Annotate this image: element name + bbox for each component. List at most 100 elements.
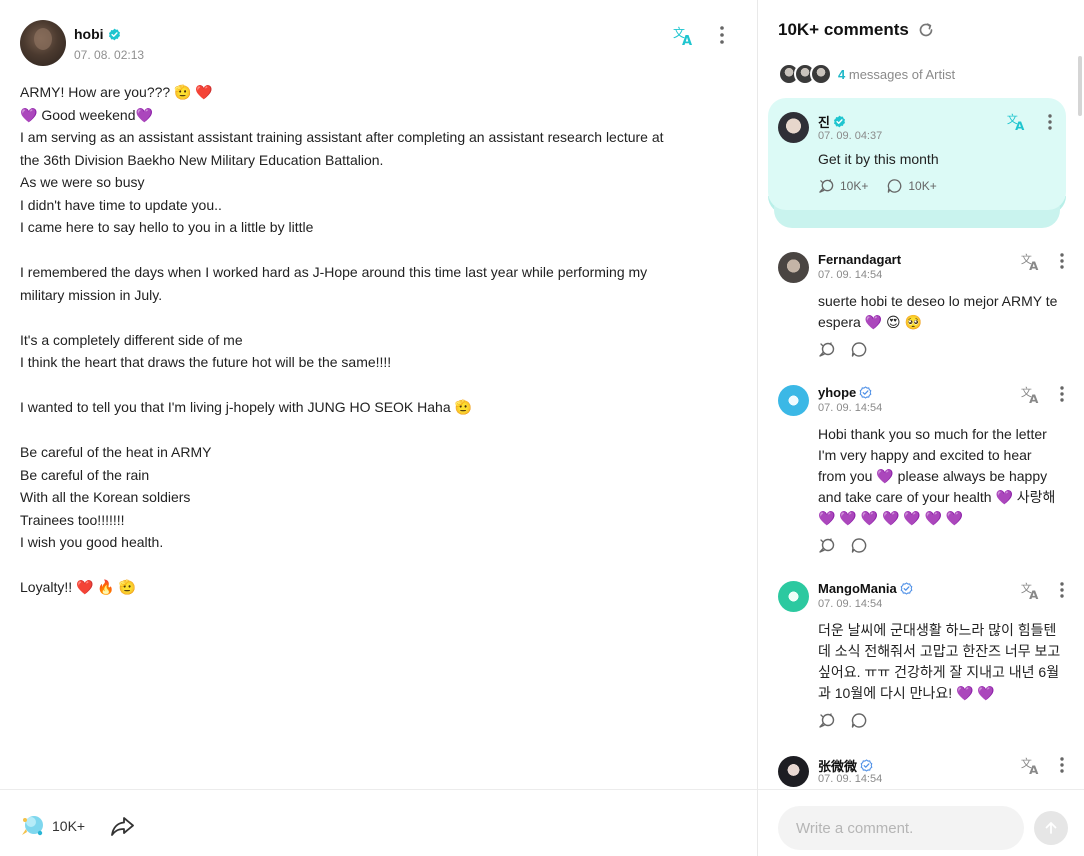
reply-icon[interactable] <box>886 178 903 194</box>
comment-date: 07. 09. 14:54 <box>818 269 883 281</box>
translate-icon[interactable]: 文 A <box>1006 110 1028 132</box>
artist-mini-avatar <box>810 63 832 85</box>
post-line: ARMY! How are you??? 🫡 ❤️ <box>20 84 213 100</box>
post-line: 💜 Good weekend💜 <box>20 106 153 123</box>
like-outline-icon[interactable] <box>818 712 836 729</box>
more-vertical-icon[interactable] <box>1054 755 1070 775</box>
comment-actions <box>818 712 868 729</box>
share-icon[interactable] <box>110 814 136 838</box>
comment-date: 07. 09. 14:54 <box>818 598 883 610</box>
author-avatar[interactable] <box>20 20 66 66</box>
post-line: military mission in July. <box>20 286 163 303</box>
comment-text: Hobi thank you so much for the letter I'… <box>818 426 1056 526</box>
artist-comment-like-count: 10K+ <box>840 179 869 193</box>
comment-text: 더운 날씨에 군대생활 하느라 많이 힘들텐데 소식 전해줘서 고맙고 한잔즈 … <box>818 622 1061 701</box>
post-header: hobi 07. 08. 02:13 文 A <box>20 20 736 68</box>
post-line: Be careful of the rain <box>20 466 150 483</box>
artist-comment-reply-count: 10K+ <box>908 179 937 193</box>
translate-icon[interactable]: 文A <box>1020 383 1042 405</box>
artist-avatar[interactable] <box>778 112 809 143</box>
svg-text:A: A <box>1029 392 1039 405</box>
svg-text:A: A <box>1029 763 1039 776</box>
comment-input-bar <box>758 789 1084 856</box>
comments-title: 10K+ comments <box>778 20 909 39</box>
post-line: Loyalty!! ❤️ 🔥 🫡 <box>20 579 137 595</box>
verified-badge-icon <box>108 28 120 40</box>
svg-text:A: A <box>1029 588 1039 601</box>
post-panel: hobi 07. 08. 02:13 文 A ARMY! How are you… <box>0 0 757 856</box>
reply-icon[interactable] <box>850 341 868 358</box>
artist-comment-date: 07. 09. 04:37 <box>818 130 883 142</box>
like-icon[interactable] <box>18 813 46 839</box>
post-blank-line <box>20 239 732 262</box>
commenter-name-row: yhope <box>818 385 872 400</box>
more-vertical-icon[interactable] <box>712 24 732 46</box>
commenter-name[interactable]: Fernandagart <box>818 252 901 267</box>
reply-icon[interactable] <box>850 537 868 554</box>
commenter-name[interactable]: yhope <box>818 385 856 400</box>
commenter-avatar[interactable] <box>778 756 809 787</box>
comment-date: 07. 09. 14:54 <box>818 773 883 785</box>
send-button[interactable] <box>1034 811 1068 845</box>
artist-name[interactable]: 진 <box>818 112 830 131</box>
more-vertical-icon[interactable] <box>1054 251 1070 271</box>
commenter-avatar[interactable] <box>778 581 809 612</box>
translate-icon[interactable]: 文A <box>1020 754 1042 776</box>
comment-input[interactable] <box>778 806 1024 850</box>
reply-icon[interactable] <box>850 712 868 729</box>
post-line: With all the Korean soldiers <box>20 489 191 505</box>
more-vertical-icon[interactable] <box>1054 384 1070 404</box>
author-name-row: hobi <box>74 26 121 42</box>
translate-icon[interactable]: 文 A <box>672 23 696 47</box>
artist-messages-link[interactable]: 4 messages of Artist <box>778 63 955 85</box>
post-line: I came here to say hello to you in a lit… <box>20 219 314 235</box>
post-line: I wish you good health. <box>20 534 164 550</box>
arrow-up-icon <box>1045 822 1057 834</box>
like-outline-icon[interactable] <box>818 537 836 554</box>
verified-badge-icon <box>833 115 845 128</box>
post-line: Trainees too!!!!!!! <box>20 511 125 528</box>
post-body: ARMY! How are you??? 🫡 ❤️ 💜 Good weekend💜… <box>20 81 732 599</box>
more-vertical-icon[interactable] <box>1054 580 1070 600</box>
translate-icon[interactable]: 文A <box>1020 250 1042 272</box>
post-footer: 10K+ <box>0 789 757 856</box>
author-name[interactable]: hobi <box>74 26 104 42</box>
comment-item: Fernandagart 07. 09. 14:54 suerte hobi t… <box>778 252 1064 362</box>
post-line: the 36th Division Baekho New Military Ed… <box>20 151 384 168</box>
verified-badge-icon <box>859 386 872 399</box>
comment-item: MangoMania 07. 09. 14:54 더운 날씨에 군대생활 하느라… <box>778 581 1064 731</box>
like-outline-icon[interactable] <box>818 178 835 194</box>
artist-comment-card[interactable]: 진 07. 09. 04:37 Get it by this month 10K… <box>768 98 1066 210</box>
refresh-icon[interactable] <box>917 21 935 39</box>
more-vertical-icon[interactable] <box>1042 112 1058 132</box>
comment-text: suerte hobi te deseo lo mejor ARMY te es… <box>818 293 1058 330</box>
commenter-name[interactable]: MangoMania <box>818 581 897 596</box>
post-blank-line <box>20 419 732 442</box>
comments-header: 10K+ comments <box>778 20 935 40</box>
comment-date: 07. 09. 14:54 <box>818 402 883 414</box>
comment-actions <box>818 537 868 554</box>
post-line: I didn't have time to update you.. <box>20 196 222 213</box>
comments-scrollbar[interactable] <box>1078 56 1082 116</box>
commenter-avatar[interactable] <box>778 252 809 283</box>
translate-icon[interactable]: 文A <box>1020 579 1042 601</box>
artist-messages-text: messages of Artist <box>848 66 956 82</box>
svg-text:A: A <box>1015 119 1025 132</box>
like-count: 10K+ <box>52 818 86 834</box>
post-line: It's a completely different side of me <box>20 331 243 348</box>
post-line: I am serving as an assistant assistant t… <box>20 129 664 145</box>
commenter-avatar[interactable] <box>778 385 809 416</box>
post-line: I remembered the days when I worked hard… <box>20 264 648 280</box>
post-blank-line <box>20 306 732 329</box>
commenter-name-row: Fernandagart <box>818 252 901 267</box>
post-blank-line <box>20 554 732 577</box>
post-line: I think the heart that draws the future … <box>20 354 392 370</box>
like-outline-icon[interactable] <box>818 341 836 358</box>
comments-panel: 10K+ comments 4 messages of Artist 진 07.… <box>758 0 1084 856</box>
svg-text:A: A <box>1029 259 1039 272</box>
verified-badge-icon <box>860 759 873 772</box>
post-line: Be careful of the heat in ARMY <box>20 444 212 460</box>
verified-badge-icon <box>900 582 913 595</box>
comment-item: yhope 07. 09. 14:54 Hobi thank you so mu… <box>778 385 1064 555</box>
artist-comment-text: Get it by this month <box>818 151 939 167</box>
